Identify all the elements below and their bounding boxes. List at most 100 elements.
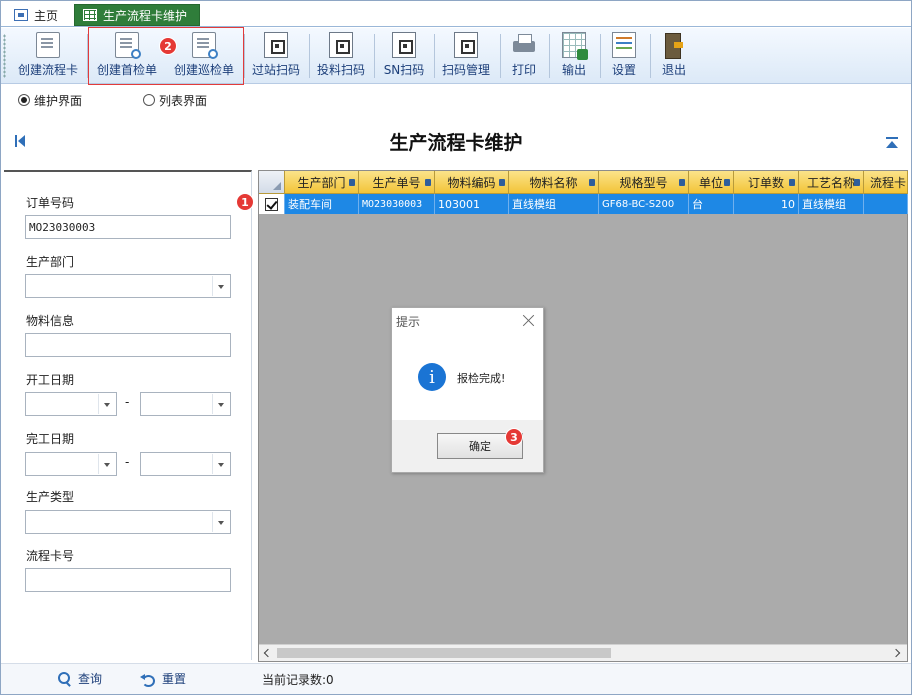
scrollbar-thumb[interactable] [277, 648, 611, 658]
row-checkbox[interactable] [265, 197, 278, 211]
order-no-input[interactable]: MO23030003 [25, 215, 231, 239]
pin-icon [789, 179, 795, 186]
chevron-down-icon[interactable] [98, 394, 115, 414]
table-cell[interactable]: GF68-BC-S200 [599, 194, 689, 214]
chevron-down-icon[interactable] [98, 454, 115, 474]
scan-manage-label: 扫码管理 [441, 63, 490, 77]
radio-list-view[interactable]: 列表界面 [143, 92, 207, 109]
pin-icon [589, 179, 595, 186]
dialog-title: 提示 [396, 315, 421, 329]
bottom-bar: 查询 重置 当前记录数:0 [0, 663, 912, 695]
pin-icon [679, 179, 685, 186]
tab-home[interactable]: 主页 [6, 4, 66, 26]
feed-scan-button[interactable]: 投料扫码 [313, 30, 369, 82]
col-header[interactable]: 单位 [689, 171, 734, 194]
highlight-box-inspection [88, 27, 244, 85]
scan-manage-button[interactable]: 扫码管理 [438, 30, 494, 82]
start-date-separator: - [125, 395, 130, 409]
col-header[interactable]: 规格型号 [599, 171, 689, 194]
settings-button[interactable]: 设置 [606, 30, 642, 82]
collapse-top-icon[interactable] [886, 137, 898, 149]
col-header[interactable]: 工艺名称 [799, 171, 864, 194]
col-header-label: 工艺名称 [806, 175, 855, 190]
view-mode-group: 维护界面 列表界面 [0, 86, 912, 114]
col-header[interactable]: 物料名称 [509, 171, 599, 194]
feed-scan-label: 投料扫码 [316, 63, 365, 77]
pin-icon [349, 179, 355, 186]
end-date-separator: - [125, 455, 130, 469]
pin-icon [724, 179, 730, 186]
start-date-from[interactable] [25, 392, 117, 416]
card-no-input[interactable] [25, 568, 231, 592]
chevron-down-icon[interactable] [212, 512, 229, 532]
grid-corner[interactable] [259, 171, 285, 194]
grid-header: 生产部门 生产单号 物料编码 物料名称 规格型号 单位 订单数 工艺名称 流程卡 [259, 171, 908, 194]
chevron-down-icon[interactable] [212, 276, 229, 296]
table-row[interactable]: 装配车间 MO23030003 103001 直线模组 GF68-BC-S200… [259, 194, 908, 214]
query-button[interactable]: 查询 [58, 670, 102, 687]
scan-icon [264, 32, 288, 58]
table-cell[interactable]: 装配车间 [285, 194, 359, 214]
record-count: 当前记录数:0 [262, 673, 334, 687]
station-scan-button[interactable]: 过站扫码 [248, 30, 304, 82]
table-cell[interactable]: 10 [734, 194, 799, 214]
end-date-from[interactable] [25, 452, 117, 476]
info-icon: i [418, 363, 446, 391]
radio-maintain-label: 维护界面 [34, 93, 83, 108]
export-button[interactable]: 输出 [556, 30, 592, 82]
production-type-select[interactable] [25, 510, 231, 534]
radio-maintain-view[interactable]: 维护界面 [18, 92, 82, 109]
table-cell[interactable]: 直线模组 [799, 194, 864, 214]
close-icon[interactable] [523, 314, 535, 326]
table-cell[interactable]: 台 [689, 194, 734, 214]
table-cell[interactable]: MO23030003 [359, 194, 435, 214]
filter-panel: 订单号码 MO23030003 生产部门 物料信息 开工日期 - 完工日期 - … [4, 170, 252, 660]
table-cell[interactable]: 直线模组 [509, 194, 599, 214]
toolbar-separator [244, 34, 245, 78]
station-scan-label: 过站扫码 [251, 63, 300, 77]
material-input[interactable] [25, 333, 231, 357]
scroll-right-icon[interactable] [893, 649, 903, 659]
annotation-badge-2: 2 [159, 37, 177, 55]
create-card-button[interactable]: 创建流程卡 [12, 30, 84, 82]
settings-icon [612, 32, 636, 58]
start-date-label: 开工日期 [26, 373, 75, 387]
pin-icon [854, 179, 860, 186]
chevron-down-icon[interactable] [212, 454, 229, 474]
table-cell[interactable]: 103001 [435, 194, 509, 214]
toolbar-separator [650, 34, 651, 78]
end-date-to[interactable] [140, 452, 231, 476]
row-select-cell[interactable] [259, 194, 285, 214]
sn-scan-button[interactable]: SN扫码 [378, 30, 430, 82]
tab-production-card[interactable]: 生产流程卡维护 [74, 4, 200, 26]
col-header[interactable]: 流程卡 [864, 171, 908, 194]
scan-icon [392, 32, 416, 58]
col-header[interactable]: 订单数 [734, 171, 799, 194]
annotation-badge-3: 3 [505, 428, 523, 446]
col-header[interactable]: 生产单号 [359, 171, 435, 194]
scroll-left-icon[interactable] [263, 649, 273, 659]
home-icon [14, 9, 28, 21]
export-excel-icon [562, 32, 588, 60]
scan-icon [329, 32, 353, 58]
table-cell[interactable] [864, 194, 908, 214]
print-button[interactable]: 打印 [506, 30, 542, 82]
printer-icon [512, 32, 536, 58]
chevron-down-icon[interactable] [212, 394, 229, 414]
annotation-badge-1: 1 [236, 193, 254, 211]
toolbar-separator [434, 34, 435, 78]
tab-production-card-label: 生产流程卡维护 [103, 8, 188, 23]
print-label: 打印 [511, 63, 536, 77]
horizontal-scrollbar[interactable] [259, 644, 907, 661]
col-header[interactable]: 生产部门 [285, 171, 359, 194]
col-header[interactable]: 物料编码 [435, 171, 509, 194]
toolbar-separator [309, 34, 310, 78]
reset-button[interactable]: 重置 [140, 670, 186, 687]
grid-icon [83, 9, 97, 21]
production-type-label: 生产类型 [26, 490, 75, 504]
exit-label: 退出 [661, 63, 686, 77]
exit-button[interactable]: 退出 [656, 30, 692, 82]
start-date-to[interactable] [140, 392, 231, 416]
card-no-label: 流程卡号 [26, 549, 75, 563]
department-select[interactable] [25, 274, 231, 298]
